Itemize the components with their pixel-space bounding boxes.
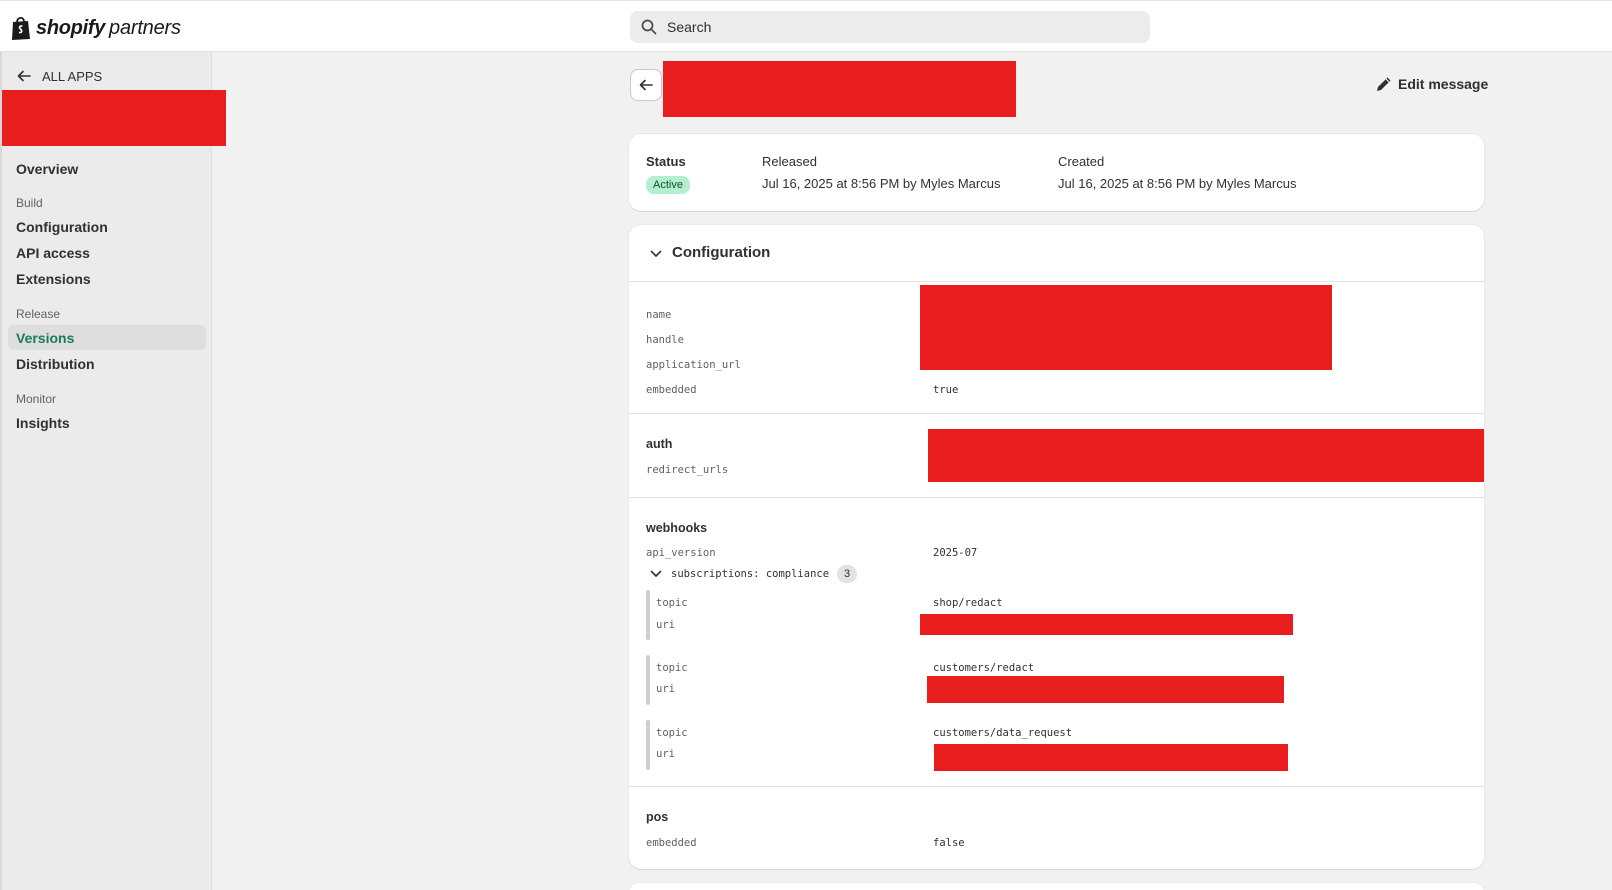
sidebar-item-versions[interactable]: Versions [8,325,206,350]
next-card-edge [629,883,1484,890]
config-key-name: name [646,309,672,321]
released-label: Released [762,154,817,169]
subscription-uri-key: uri [656,683,675,695]
redacted-app-name [2,90,226,146]
sidebar-item-extensions[interactable]: Extensions [8,266,206,291]
arrow-left-icon [17,70,31,82]
section-divider [629,497,1484,498]
config-key-redirect-urls: redirect_urls [646,464,729,476]
redacted-general-values [920,285,1332,370]
config-key-embedded: embedded [646,384,697,396]
subscription-topic-key: topic [656,597,688,609]
sidebar-item-insights[interactable]: Insights [8,410,206,435]
config-value-embedded: true [933,384,959,396]
config-key-application-url: application_url [646,359,741,371]
shopify-bag-icon [12,16,30,40]
subscription-topic-value: shop/redact [933,597,1003,609]
back-button[interactable] [630,69,662,101]
created-label: Created [1058,154,1105,169]
created-value: Jul 16, 2025 at 8:56 PM by Myles Marcus [1058,176,1297,191]
subscription-indent-bar [646,720,650,770]
configuration-header[interactable]: Configuration [629,225,1484,282]
subscriptions-label: subscriptions: compliance [671,568,830,580]
edit-message-button[interactable]: Edit message [1374,74,1488,94]
edit-message-label: Edit message [1398,76,1489,92]
configuration-title: Configuration [672,244,771,261]
subscriptions-toggle[interactable]: subscriptions: compliance 3 [649,565,858,583]
subscription-indent-bar [646,655,650,705]
section-divider [629,413,1484,414]
sidebar-item-configuration[interactable]: Configuration [8,214,206,239]
search-placeholder: Search [667,19,712,35]
status-card: Status Active Released Jul 16, 2025 at 8… [629,134,1484,211]
chevron-down-icon [650,250,662,257]
status-label: Status [646,154,686,169]
config-key-pos-embedded: embedded [646,837,697,849]
pos-section-title: pos [646,810,669,824]
config-key-api-version: api_version [646,547,716,559]
sidebar: ALL APPS Overview Build Configuration AP… [0,52,226,890]
redacted-redirect-urls [928,429,1484,482]
redacted-subscription-uri [927,676,1284,703]
section-divider [629,786,1484,787]
redacted-version-title [663,61,1016,117]
logo-wordmark: shopify [36,16,106,39]
all-apps-link[interactable]: ALL APPS [16,68,102,84]
subscription-uri-key: uri [656,748,675,760]
all-apps-label: ALL APPS [42,68,103,84]
released-value: Jul 16, 2025 at 8:56 PM by Myles Marcus [762,176,1001,191]
subscription-topic-value: customers/data_request [933,727,1073,739]
status-badge: Active [646,176,690,194]
subscriptions-count-badge: 3 [837,565,858,583]
search-input[interactable]: Search [630,11,1150,43]
redacted-subscription-uri [934,744,1288,771]
config-key-handle: handle [646,334,684,346]
configuration-card: Configuration name handle application_ur… [629,225,1484,869]
config-value-pos-embedded: false [933,837,965,849]
redacted-subscription-uri [920,614,1293,635]
top-bar: shopify partners Search [0,0,1612,52]
sidebar-section-build: Build [16,196,43,210]
subscription-indent-bar [646,590,650,640]
subscription-topic-key: topic [656,662,688,674]
search-icon [641,19,657,35]
shopify-partners-logo[interactable]: shopify partners [10,14,181,42]
sidebar-item-overview[interactable]: Overview [8,156,206,181]
chevron-down-icon [650,570,662,577]
webhooks-section-title: webhooks [646,521,708,535]
pencil-icon [1377,77,1391,91]
sidebar-section-release: Release [16,307,61,321]
sidebar-item-api-access[interactable]: API access [8,240,206,265]
sidebar-item-distribution[interactable]: Distribution [8,351,206,376]
subscription-topic-key: topic [656,727,688,739]
sidebar-section-monitor: Monitor [16,392,57,406]
subscription-uri-key: uri [656,619,675,631]
arrow-left-icon [639,79,653,91]
config-value-api-version: 2025-07 [933,547,978,559]
auth-section-title: auth [646,437,673,451]
logo-subtitle: partners [109,16,181,39]
subscription-topic-value: customers/redact [933,662,1035,674]
